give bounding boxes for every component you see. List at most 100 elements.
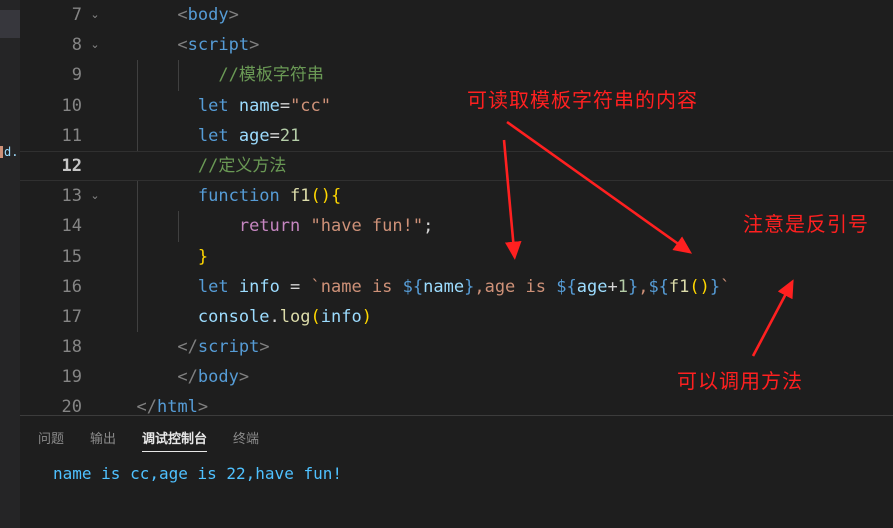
code-token: ${ xyxy=(648,276,669,297)
code-token: 1 xyxy=(617,276,628,297)
code-text: </script> xyxy=(116,332,270,362)
code-line[interactable]: 9 //模板字符串 xyxy=(20,60,893,91)
debug-console-output: name is cc,age is 22,have fun! xyxy=(53,464,342,483)
code-token: f1 xyxy=(290,186,311,207)
code-token: < xyxy=(177,5,188,25)
code-token: f1 xyxy=(668,276,690,297)
code-token: console xyxy=(197,306,270,327)
minimap-bar xyxy=(0,146,3,158)
line-number: 9 xyxy=(71,65,82,86)
code-token: age xyxy=(238,125,270,146)
code-token: { xyxy=(331,186,342,207)
annotation-read-template: 可读取模板字符串的内容 xyxy=(467,88,698,112)
code-text: function f1(){ xyxy=(116,181,341,211)
code-text: //定义方法 xyxy=(116,151,286,181)
code-line[interactable]: 17 console.log(info) xyxy=(20,301,893,333)
code-line[interactable]: 10 let name="cc" xyxy=(20,90,893,121)
code-token: } xyxy=(464,276,475,297)
code-text: <body> xyxy=(116,0,239,30)
line-number: 10 xyxy=(61,95,82,116)
code-line[interactable]: 8 ⌄ <script> xyxy=(20,30,893,60)
code-text: let info = `name is ${name},age is ${age… xyxy=(116,272,731,302)
chevron-down-icon[interactable]: ⌄ xyxy=(88,181,102,211)
code-token: 21 xyxy=(279,125,301,146)
code-line[interactable]: 16 let info = `name is ${name},age is ${… xyxy=(20,271,893,302)
sidebar-selected-item[interactable] xyxy=(0,10,20,38)
code-token: let xyxy=(197,276,229,297)
code-token: </ xyxy=(177,337,198,358)
code-token: . xyxy=(269,306,280,327)
code-token: script xyxy=(197,337,260,358)
chevron-down-icon[interactable]: ⌄ xyxy=(88,30,102,60)
code-token: = xyxy=(269,125,280,146)
code-text: let age=21 xyxy=(116,121,300,151)
code-line[interactable]: 11 let age=21 xyxy=(20,120,893,151)
code-token: () xyxy=(689,276,710,297)
code-line[interactable]: 7 ⌄ <body> xyxy=(20,0,893,30)
code-line[interactable]: 13 ⌄ function f1(){ xyxy=(20,181,893,212)
panel-tab[interactable]: 问题 xyxy=(38,428,64,452)
code-token: let xyxy=(197,95,229,116)
line-number: 7 xyxy=(71,5,82,25)
code-token: return xyxy=(238,216,301,237)
code-token: > xyxy=(228,5,239,25)
code-token: > xyxy=(259,337,270,358)
bottom-panel: 问题 输出 调试控制台 终端 name is cc,age is 22,have fu… xyxy=(0,415,893,528)
code-token: let xyxy=(197,125,229,146)
panel-body: 问题 输出 调试控制台 终端 name is cc,age is 22,have fu… xyxy=(20,415,893,528)
code-token: </ xyxy=(177,367,198,388)
code-token: info xyxy=(238,276,280,297)
code-token: "have fun!" xyxy=(310,216,424,237)
code-line[interactable]: 12 //定义方法 xyxy=(20,150,893,182)
panel-tab[interactable]: 终端 xyxy=(233,428,259,452)
line-number: 12 xyxy=(61,155,82,176)
code-token: `name is xyxy=(310,276,403,297)
code-line[interactable]: 18 </script> xyxy=(20,332,893,362)
code-line[interactable]: 15 } xyxy=(20,241,893,272)
line-number: 19 xyxy=(61,367,82,388)
code-token: ; xyxy=(423,216,434,237)
code-token: function xyxy=(197,186,280,207)
code-token: ${ xyxy=(556,276,577,297)
code-token: "cc" xyxy=(290,95,332,116)
line-number: 14 xyxy=(61,216,82,237)
code-token: + xyxy=(607,276,618,297)
panel-left-strip xyxy=(0,415,20,528)
panel-tab[interactable]: 输出 xyxy=(90,428,116,452)
code-text: <script> xyxy=(116,30,259,60)
code-token: age xyxy=(576,276,608,297)
code-token: < xyxy=(177,35,188,56)
code-token: = xyxy=(279,95,291,116)
code-text: console.log(info) xyxy=(116,302,372,332)
code-text: } xyxy=(116,242,208,272)
panel-tab[interactable]: 调试控制台 xyxy=(142,428,208,452)
code-token: name xyxy=(423,276,465,297)
code-text: return "have fun!"; xyxy=(116,211,434,241)
code-token: ` xyxy=(720,276,731,297)
annotation-call-method: 可以调用方法 xyxy=(677,369,803,393)
annotation-backtick: 注意是反引号 xyxy=(743,212,869,236)
code-token: } xyxy=(197,246,209,267)
code-token: > xyxy=(249,35,260,56)
code-token: } xyxy=(709,276,721,297)
chevron-down-icon[interactable]: ⌄ xyxy=(88,0,102,30)
code-token: ( xyxy=(310,306,321,327)
code-token: ${ xyxy=(402,276,424,297)
code-token: script xyxy=(187,35,250,56)
code-token: , xyxy=(638,276,649,297)
code-editor[interactable]: 7 ⌄ <body> 8 ⌄ <script> 9 //模板字符串 10 let name… xyxy=(20,0,893,417)
code-token: body xyxy=(197,367,239,388)
vscode-window: d... 7⌄ <body>8⌄ <script>9 //模板字符串10 let… xyxy=(0,0,893,528)
